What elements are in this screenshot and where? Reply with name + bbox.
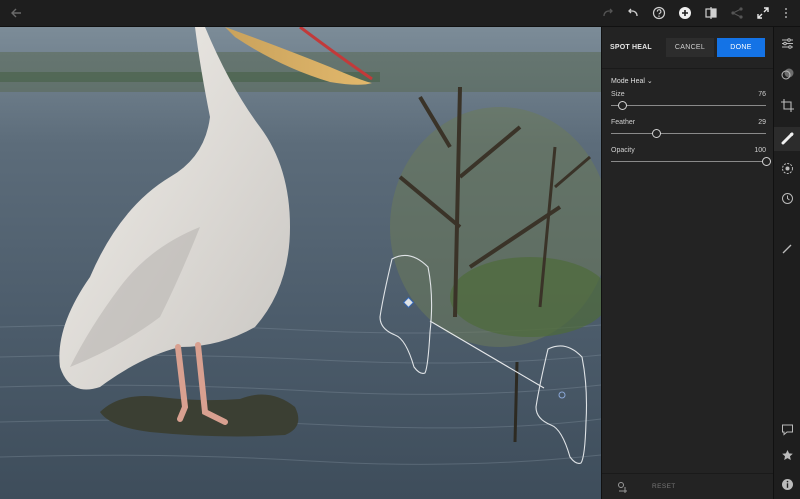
panel-title: SPOT HEAL — [610, 44, 652, 51]
info-icon[interactable] — [779, 476, 796, 493]
mode-value: Heal — [630, 77, 645, 85]
visualize-spots-icon[interactable] — [610, 474, 636, 499]
comment-icon[interactable] — [779, 421, 796, 438]
opacity-slider[interactable]: Opacity 100 — [611, 147, 771, 169]
crop-icon[interactable] — [779, 97, 796, 114]
slider-label: Size — [611, 91, 625, 98]
top-toolbar — [0, 0, 800, 27]
reset-button[interactable]: RESET — [652, 483, 676, 490]
edit-sliders-icon[interactable] — [779, 35, 796, 52]
mode-dropdown[interactable]: Mode Heal ⌄ — [611, 77, 653, 86]
slider-value: 29 — [758, 119, 766, 126]
cancel-button[interactable]: CANCEL — [666, 38, 714, 57]
slider-thumb[interactable] — [617, 101, 627, 110]
star-icon[interactable] — [779, 447, 796, 464]
slider-track[interactable] — [611, 161, 766, 162]
feather-slider[interactable]: Feather 29 — [611, 119, 766, 141]
done-button[interactable]: DONE — [717, 38, 765, 57]
redo-icon[interactable] — [599, 4, 617, 22]
tool-rail — [773, 27, 800, 499]
share-icon[interactable] — [728, 4, 746, 22]
photo-canvas[interactable] — [0, 27, 601, 499]
slider-label: Feather — [611, 119, 636, 126]
chevron-down-icon: ⌄ — [646, 78, 653, 85]
undo-icon[interactable] — [624, 4, 642, 22]
selective-icon[interactable] — [779, 160, 796, 177]
slider-thumb[interactable] — [762, 157, 771, 166]
presets-icon[interactable] — [779, 66, 796, 83]
compare-icon[interactable] — [702, 4, 720, 22]
healing-brush-icon[interactable] — [779, 130, 796, 147]
more-icon[interactable] — [777, 4, 795, 22]
slider-value: 76 — [758, 91, 766, 98]
mode-label: Mode — [611, 77, 629, 85]
spot-heal-panel: SPOT HEAL CANCEL DONE Mode Heal ⌄ Size 7… — [601, 27, 773, 499]
slider-track[interactable] — [611, 105, 766, 106]
slider-thumb[interactable] — [651, 129, 661, 138]
fullscreen-icon[interactable] — [754, 4, 772, 22]
back-arrow-icon[interactable] — [7, 4, 25, 22]
pelican-photo — [0, 27, 601, 499]
add-icon[interactable] — [676, 4, 694, 22]
help-icon[interactable] — [650, 4, 668, 22]
panel-footer: RESET — [602, 473, 773, 499]
history-icon[interactable] — [779, 190, 796, 207]
brush-icon[interactable] — [779, 240, 796, 257]
slider-label: Opacity — [611, 147, 635, 154]
slider-value: 100 — [754, 147, 766, 154]
panel-header: SPOT HEAL CANCEL DONE — [602, 27, 773, 69]
size-slider[interactable]: Size 76 — [611, 91, 766, 113]
slider-track[interactable] — [611, 133, 766, 134]
